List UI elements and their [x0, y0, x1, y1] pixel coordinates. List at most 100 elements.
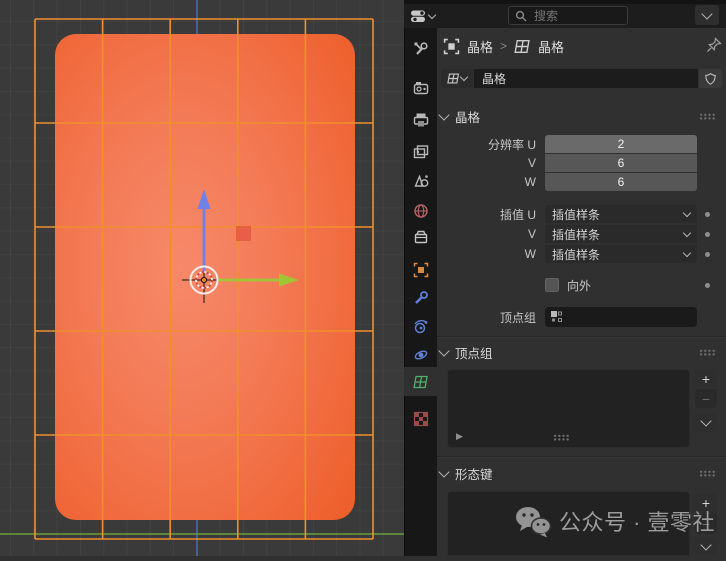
filter-expand-icon[interactable]: ▶ [456, 431, 463, 442]
breadcrumb-data[interactable]: 晶格 [538, 37, 564, 56]
tab-view-layer[interactable] [405, 139, 437, 165]
outside-checkbox[interactable] [545, 278, 559, 292]
wechat-icon [516, 506, 552, 537]
remove-button[interactable]: − [695, 389, 717, 408]
chevron-down-icon [438, 108, 450, 121]
specials-menu-button[interactable] [695, 413, 717, 432]
editor-type-button[interactable] [408, 6, 444, 26]
chevron-down-icon [438, 344, 450, 357]
tab-physics[interactable] [405, 314, 437, 340]
panel-grip[interactable] [699, 112, 716, 120]
gizmo-plane-handle[interactable] [236, 226, 251, 241]
resolution-w-field[interactable]: 6 [545, 173, 697, 191]
vertex-group-row: 顶点组 [437, 307, 726, 327]
checkbox-label: 向外 [567, 278, 592, 293]
tab-modifiers[interactable] [405, 285, 437, 311]
vertex-groups-list[interactable]: ▶ [447, 369, 690, 448]
shape-keys-panel-header[interactable]: 形态键 [438, 463, 726, 483]
interpolation-w-select[interactable]: 插值样条 [545, 245, 697, 263]
add-button[interactable]: + [695, 369, 717, 388]
field-label: W [524, 175, 536, 189]
field-label: V [527, 227, 536, 241]
chevron-down-icon [427, 10, 437, 19]
resolution-v-field[interactable]: 6 [545, 154, 697, 172]
tool-icon [414, 42, 428, 55]
animate-dot[interactable] [705, 252, 710, 257]
object-data-lattice-icon [413, 375, 428, 389]
search-icon [515, 10, 527, 21]
section-divider [437, 336, 726, 338]
search-input[interactable] [532, 7, 616, 24]
object-origin [200, 276, 208, 284]
panel-grip[interactable] [699, 469, 716, 477]
pin-button[interactable] [705, 36, 723, 59]
breadcrumb-object[interactable]: 晶格 [467, 37, 493, 56]
lattice-panel-header[interactable]: 晶格 [438, 106, 726, 126]
tab-output[interactable] [405, 107, 437, 133]
field-label: 插值 U [499, 207, 536, 222]
field-label: 顶点组 [499, 310, 536, 325]
fake-user-button[interactable] [699, 69, 722, 88]
interpolation-w-row: W 插值样条 [437, 245, 726, 263]
interpolation-u-select[interactable]: 插值样条 [545, 205, 697, 223]
resolution-u-row: 分辨率 U 2 [437, 135, 726, 153]
chevron-down-icon [701, 7, 713, 20]
resolution-u-field[interactable]: 2 [545, 135, 697, 153]
header-options-button[interactable] [695, 5, 719, 25]
panel-grip[interactable] [699, 348, 716, 356]
animate-dot[interactable] [705, 283, 710, 288]
vertex-group-field[interactable] [545, 307, 697, 327]
id-type-button[interactable] [441, 69, 473, 88]
field-label: V [527, 156, 536, 170]
watermark: 公众号 · 壹零社 [514, 500, 726, 542]
tab-constraints[interactable] [405, 342, 437, 368]
animate-dot[interactable] [705, 212, 710, 217]
search-box[interactable] [508, 6, 628, 25]
datablock-name-row [441, 69, 722, 88]
tab-tool[interactable] [405, 36, 437, 62]
scene-icon [414, 174, 429, 187]
collection-icon [414, 230, 428, 244]
lattice-icon [447, 73, 460, 84]
chevron-down-icon [438, 465, 450, 478]
tab-world[interactable] [405, 198, 437, 224]
lattice-icon [514, 39, 530, 53]
properties-editor-icon [411, 10, 425, 22]
constraints-icon [414, 350, 428, 360]
interpolation-v-row: V 插值样条 [437, 225, 726, 243]
chevron-down-icon [682, 248, 692, 257]
field-label: 分辨率 U [487, 137, 536, 152]
vertex-groups-buttons: + − [695, 369, 717, 432]
viewport-3d[interactable] [0, 0, 404, 556]
tab-texture[interactable] [405, 406, 437, 432]
tab-object-data[interactable] [405, 369, 437, 395]
shield-icon [705, 72, 716, 85]
interpolation-u-row: 插值 U 插值样条 [437, 205, 726, 223]
breadcrumb: 晶格 > 晶格 [443, 36, 726, 56]
breadcrumb-separator: > [500, 39, 508, 53]
resolution-w-row: W 6 [437, 173, 726, 191]
chevron-down-icon [700, 415, 712, 427]
datablock-name-input[interactable] [474, 69, 698, 88]
panel-title: 顶点组 [455, 346, 493, 361]
tab-render[interactable] [405, 75, 437, 101]
list-resize-grip[interactable] [553, 434, 570, 441]
modifiers-wrench-icon [415, 291, 428, 304]
outside-row: 向外 [437, 277, 726, 293]
world-icon [414, 204, 428, 218]
interpolation-v-select[interactable]: 插值样条 [545, 225, 697, 243]
panel-title: 晶格 [455, 110, 481, 125]
watermark-text: 公众号 · 壹零社 [559, 510, 716, 535]
physics-icon [414, 319, 428, 334]
mesh-object[interactable] [55, 34, 355, 520]
vertex-groups-panel-header[interactable]: 顶点组 [438, 342, 726, 362]
tab-object[interactable] [405, 257, 437, 283]
tab-scene[interactable] [405, 168, 437, 194]
tab-collection[interactable] [405, 224, 437, 250]
chevron-down-icon [682, 228, 692, 237]
texture-icon [413, 411, 429, 427]
chevron-down-icon [459, 72, 469, 82]
vertex-group-icon [551, 311, 562, 322]
object-icon [443, 38, 460, 54]
animate-dot[interactable] [705, 232, 710, 237]
